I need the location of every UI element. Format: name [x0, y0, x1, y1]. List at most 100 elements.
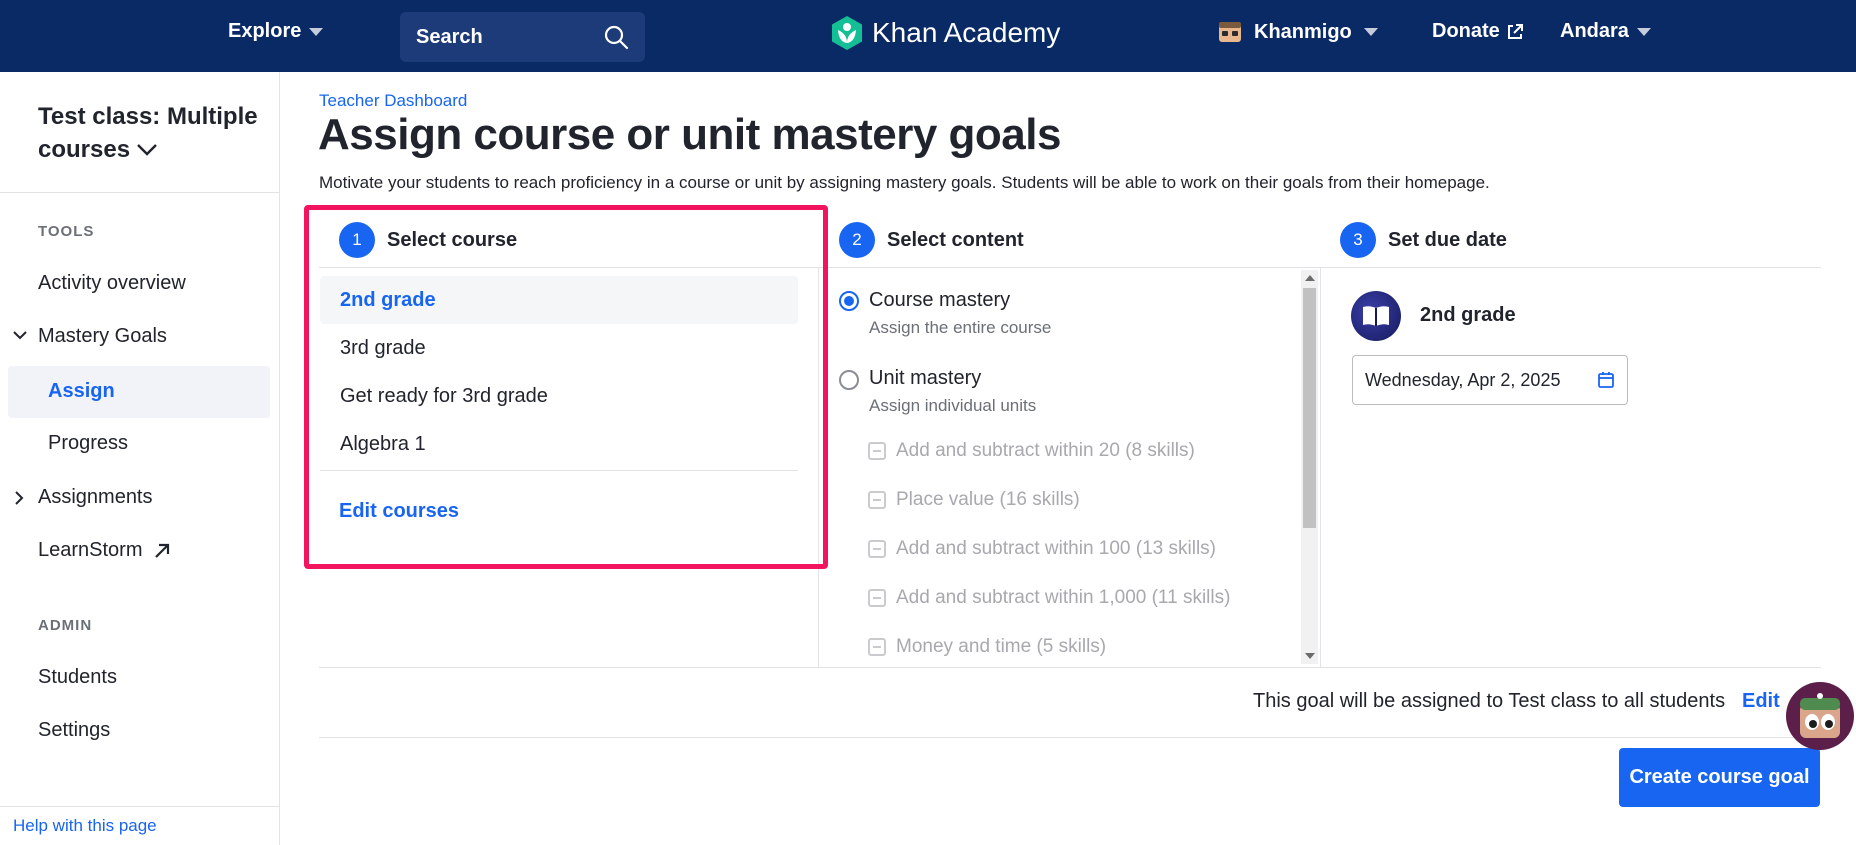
sidebar-item-mastery-goals[interactable]: Mastery Goals: [38, 325, 167, 348]
create-course-goal-button[interactable]: Create course goal: [1619, 748, 1820, 807]
divider: [320, 470, 798, 471]
unit-mastery-title[interactable]: Unit mastery: [869, 367, 981, 390]
khanmigo-avatar-icon: [1219, 22, 1241, 42]
checkbox-icon: [868, 491, 886, 509]
class-selector[interactable]: Test class: Multiple courses: [38, 100, 268, 166]
edit-courses-link[interactable]: Edit courses: [339, 500, 459, 523]
sidebar-item-settings[interactable]: Settings: [38, 719, 110, 742]
sidebar-item-progress[interactable]: Progress: [48, 432, 128, 455]
column-divider: [1320, 268, 1321, 668]
khan-academy-logo[interactable]: Khan Academy: [830, 15, 1060, 51]
donate-link[interactable]: Donate: [1432, 20, 1524, 43]
khanmigo-menu[interactable]: Khanmigo: [1218, 20, 1378, 44]
sidebar-item-assign[interactable]: Assign: [8, 366, 270, 418]
unit-label: Add and subtract within 100 (13 skills): [896, 538, 1216, 559]
divider: [319, 737, 1821, 738]
chevron-right-icon[interactable]: [12, 490, 26, 506]
scroll-down-icon[interactable]: [1305, 653, 1315, 659]
sidebar: Test class: Multiple courses TOOLS Activ…: [0, 72, 280, 845]
unit-checkbox-row[interactable]: Place value (16 skills): [868, 489, 1080, 511]
course-mastery-subtitle: Assign the entire course: [869, 318, 1052, 337]
divider: [319, 267, 1821, 268]
sidebar-item-activity-overview[interactable]: Activity overview: [38, 272, 186, 295]
page-description: Motivate your students to reach proficie…: [319, 173, 1490, 192]
step-number: 3: [1340, 222, 1376, 258]
step-number: 2: [839, 222, 875, 258]
user-name: Andara: [1560, 20, 1629, 42]
class-title-line2: courses: [38, 136, 131, 163]
search-box[interactable]: Search: [400, 12, 645, 62]
unit-checkbox-row[interactable]: Add and subtract within 1,000 (11 skills…: [868, 587, 1230, 609]
course-item-get-ready-3rd-grade[interactable]: Get ready for 3rd grade: [320, 372, 798, 420]
sidebar-item-learnstorm[interactable]: LearnStorm: [38, 539, 171, 562]
scroll-up-icon[interactable]: [1305, 275, 1315, 281]
step-label: Select content: [887, 228, 1024, 251]
khanmigo-robot-icon: [1800, 693, 1840, 738]
checkbox-icon: [868, 589, 886, 607]
admin-label: ADMIN: [38, 617, 93, 634]
chevron-down-icon: [309, 27, 324, 36]
checkbox-icon: [868, 442, 886, 460]
sidebar-item-assignments[interactable]: Assignments: [38, 486, 153, 509]
chevron-down-icon: [137, 143, 157, 156]
checkbox-icon: [868, 540, 886, 558]
sidebar-item-label: LearnStorm: [38, 539, 143, 561]
search-label: Search: [416, 25, 483, 48]
step-label: Select course: [387, 228, 518, 251]
sidebar-item-label: Assign: [48, 380, 115, 402]
explore-menu[interactable]: Explore: [228, 20, 324, 43]
calendar-icon[interactable]: [1597, 371, 1615, 389]
explore-label: Explore: [228, 20, 302, 42]
unit-mastery-radio[interactable]: [839, 370, 859, 390]
course-item-2nd-grade[interactable]: 2nd grade: [320, 276, 798, 324]
divider: [0, 192, 280, 193]
course-item-3rd-grade[interactable]: 3rd grade: [320, 324, 798, 372]
due-course-name: 2nd grade: [1420, 304, 1516, 326]
chevron-down-icon: [1636, 27, 1651, 36]
step-label: Set due date: [1388, 228, 1507, 251]
column-divider: [818, 268, 819, 668]
unit-checkbox-row[interactable]: Add and subtract within 100 (13 skills): [868, 538, 1216, 560]
unit-label: Add and subtract within 20 (8 skills): [896, 440, 1195, 461]
checkbox-icon: [868, 638, 886, 656]
user-menu[interactable]: Andara: [1560, 20, 1651, 43]
step-select-content: 2 Select content: [839, 222, 1024, 258]
unit-mastery-subtitle: Assign individual units: [869, 396, 1037, 415]
page-title: Assign course or unit mastery goals: [318, 110, 1061, 159]
help-link[interactable]: Help with this page: [13, 816, 157, 836]
step-number: 1: [339, 222, 375, 258]
class-title-line1: Test class: Multiple: [38, 103, 258, 130]
unit-label: Add and subtract within 1,000 (11 skills…: [896, 587, 1231, 608]
khanmigo-chat-button[interactable]: [1786, 682, 1854, 750]
unit-checkbox-row[interactable]: Money and time (5 skills): [868, 636, 1106, 658]
edit-summary-link[interactable]: Edit: [1742, 690, 1780, 713]
step-select-course: 1 Select course: [339, 222, 517, 258]
breadcrumb[interactable]: Teacher Dashboard: [319, 91, 467, 111]
tools-label: TOOLS: [38, 223, 95, 240]
search-icon[interactable]: [603, 24, 629, 50]
scroll-thumb[interactable]: [1303, 288, 1316, 528]
assignment-summary: This goal will be assigned to Test class…: [1253, 690, 1726, 712]
sidebar-item-students[interactable]: Students: [38, 666, 117, 689]
top-navigation: Explore Search Khan Academy Khanmigo Don…: [0, 0, 1856, 72]
chevron-down-icon[interactable]: [12, 329, 28, 341]
course-avatar: [1351, 291, 1401, 341]
khan-leaf-icon: [832, 16, 862, 50]
divider: [319, 667, 1821, 668]
arrow-up-right-icon: [154, 543, 169, 558]
unit-label: Money and time (5 skills): [896, 636, 1107, 657]
book-icon: [1363, 306, 1389, 326]
due-date-picker[interactable]: Wednesday, Apr 2, 2025: [1352, 355, 1628, 405]
unit-label: Place value (16 skills): [896, 489, 1080, 510]
khanmigo-label: Khanmigo: [1254, 20, 1352, 43]
course-mastery-radio[interactable]: [839, 291, 859, 311]
content-scrollbar[interactable]: [1301, 270, 1318, 664]
donate-label: Donate: [1432, 20, 1500, 42]
step-set-due-date: 3 Set due date: [1340, 222, 1507, 258]
external-link-icon: [1507, 23, 1523, 39]
course-mastery-title[interactable]: Course mastery: [869, 289, 1010, 312]
logo-text: Khan Academy: [872, 17, 1061, 48]
due-date-value: Wednesday, Apr 2, 2025: [1365, 369, 1561, 390]
course-item-algebra-1[interactable]: Algebra 1: [320, 420, 798, 468]
unit-checkbox-row[interactable]: Add and subtract within 20 (8 skills): [868, 440, 1195, 462]
